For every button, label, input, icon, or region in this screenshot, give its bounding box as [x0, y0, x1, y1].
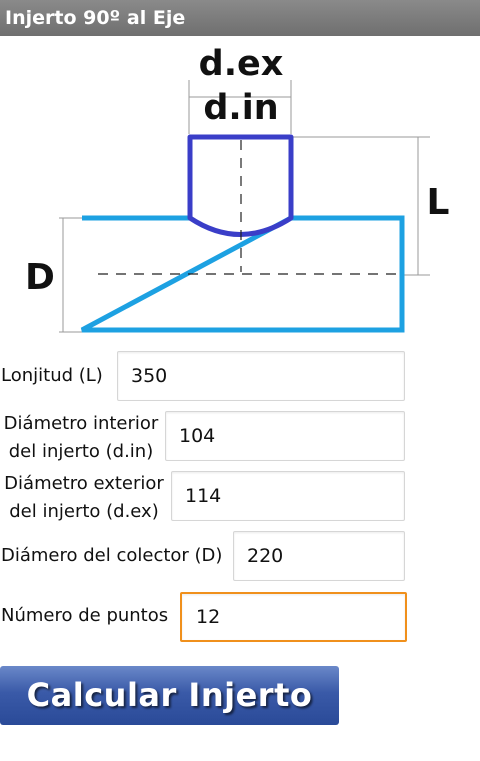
diam-int-label-line1: Diámetro interior	[3, 413, 159, 434]
calcular-injerto-button[interactable]: Calcular Injerto	[0, 666, 339, 725]
puntos-input[interactable]: 12	[180, 592, 407, 642]
puntos-label: Número de puntos	[1, 605, 169, 626]
diam-ext-input[interactable]: 114	[171, 471, 405, 521]
diam-ext-label: Diámetro exterior del injerto (d.ex)	[1, 470, 167, 526]
lonjitud-input[interactable]: 350	[117, 351, 405, 401]
diam-ext-label-line2: del injerto (d.ex)	[9, 501, 159, 522]
diam-int-label: Diámetro interior del injerto (d.in)	[1, 410, 161, 466]
diam-int-label-line2: del injerto (d.in)	[8, 441, 154, 462]
app-title: Injerto 90º al Eje	[5, 7, 186, 29]
graft-diagram: d.ex d.in L D	[25, 44, 450, 333]
label-din: d.in	[203, 88, 278, 128]
label-L: L	[427, 182, 450, 223]
colector-input[interactable]: 220	[233, 531, 405, 581]
center-lines	[98, 140, 402, 275]
colector-label: Diámero del colector (D)	[1, 545, 223, 566]
label-dex: d.ex	[199, 44, 284, 84]
label-D: D	[25, 257, 55, 298]
diam-int-input[interactable]: 104	[165, 411, 405, 461]
title-bar: Injerto 90º al Eje	[0, 0, 480, 36]
lonjitud-label: Lonjitud (L)	[1, 365, 103, 386]
diam-ext-label-line1: Diámetro exterior	[4, 473, 164, 494]
